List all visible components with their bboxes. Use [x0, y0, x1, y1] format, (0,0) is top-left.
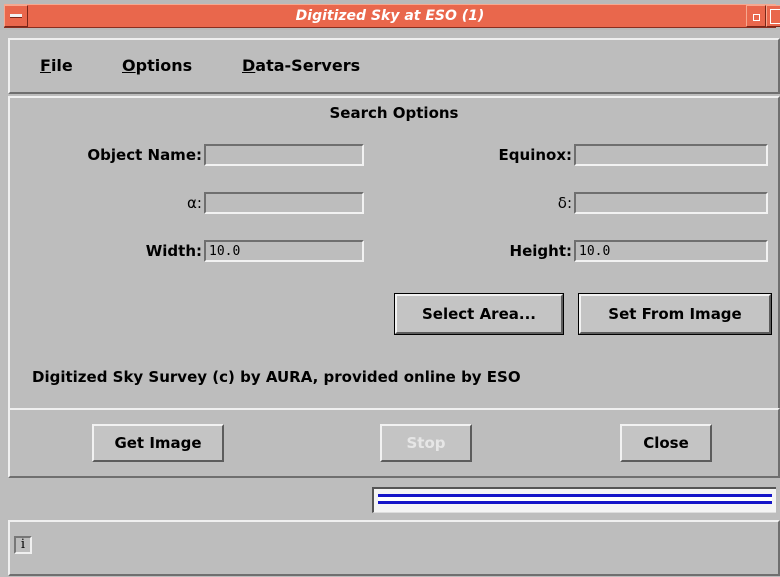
- window-menu-icon: [10, 14, 22, 18]
- height-input[interactable]: [574, 240, 768, 262]
- delta-input[interactable]: [574, 192, 768, 214]
- width-label: Width:: [145, 242, 202, 260]
- menu-options[interactable]: Options: [122, 56, 192, 76]
- select-area-button[interactable]: Select Area...: [395, 294, 563, 334]
- alpha-input[interactable]: [204, 192, 364, 214]
- maximize-icon: [770, 9, 780, 24]
- select-area-button-frame: Select Area...: [394, 293, 564, 335]
- height-label: Height:: [509, 242, 572, 260]
- menu-data-servers-label: ata-Servers: [255, 56, 361, 75]
- action-panel: Get Image Stop Close: [8, 408, 780, 478]
- delta-label: δ:: [557, 194, 572, 212]
- menu-options-mnemonic: O: [122, 56, 136, 75]
- minimize-icon: [753, 14, 760, 21]
- menu-data-servers[interactable]: Data-Servers: [242, 56, 360, 76]
- set-from-image-button[interactable]: Set From Image: [579, 294, 771, 334]
- info-icon: i: [14, 536, 32, 554]
- progress-bar: [372, 487, 776, 513]
- equinox-label: Equinox:: [498, 146, 572, 164]
- menu-file[interactable]: File: [40, 56, 73, 76]
- title-strip[interactable]: Digitized Sky at ESO (1): [4, 4, 776, 28]
- close-button[interactable]: Close: [620, 424, 712, 462]
- minimize-button[interactable]: [746, 5, 766, 27]
- section-title: Search Options: [329, 104, 459, 122]
- object-name-label: Object Name:: [87, 146, 202, 164]
- width-input[interactable]: [204, 240, 364, 262]
- set-from-image-button-frame: Set From Image: [578, 293, 772, 335]
- status-area: i: [8, 520, 780, 576]
- menu-file-label: ile: [50, 56, 73, 75]
- get-image-button[interactable]: Get Image: [92, 424, 224, 462]
- window-menu-button[interactable]: [4, 5, 28, 27]
- window-title: Digitized Sky at ESO (1): [295, 8, 485, 24]
- progress-area: [8, 478, 776, 520]
- object-name-input[interactable]: [204, 144, 364, 166]
- copyright-notice: Digitized Sky Survey (c) by AURA, provid…: [32, 368, 521, 386]
- search-options-panel: Search Options Object Name: Equinox: α: …: [8, 96, 780, 410]
- progress-fill: [378, 494, 772, 504]
- menu-file-mnemonic: F: [40, 56, 51, 75]
- stop-button[interactable]: Stop: [380, 424, 472, 462]
- title-bar: Digitized Sky at ESO (1): [0, 0, 780, 30]
- menu-options-label: ptions: [135, 56, 193, 75]
- equinox-input[interactable]: [574, 144, 768, 166]
- menu-data-servers-mnemonic: D: [242, 56, 256, 75]
- alpha-label: α:: [187, 194, 202, 212]
- menu-bar: File Options Data-Servers: [8, 38, 780, 94]
- maximize-button[interactable]: [766, 5, 780, 27]
